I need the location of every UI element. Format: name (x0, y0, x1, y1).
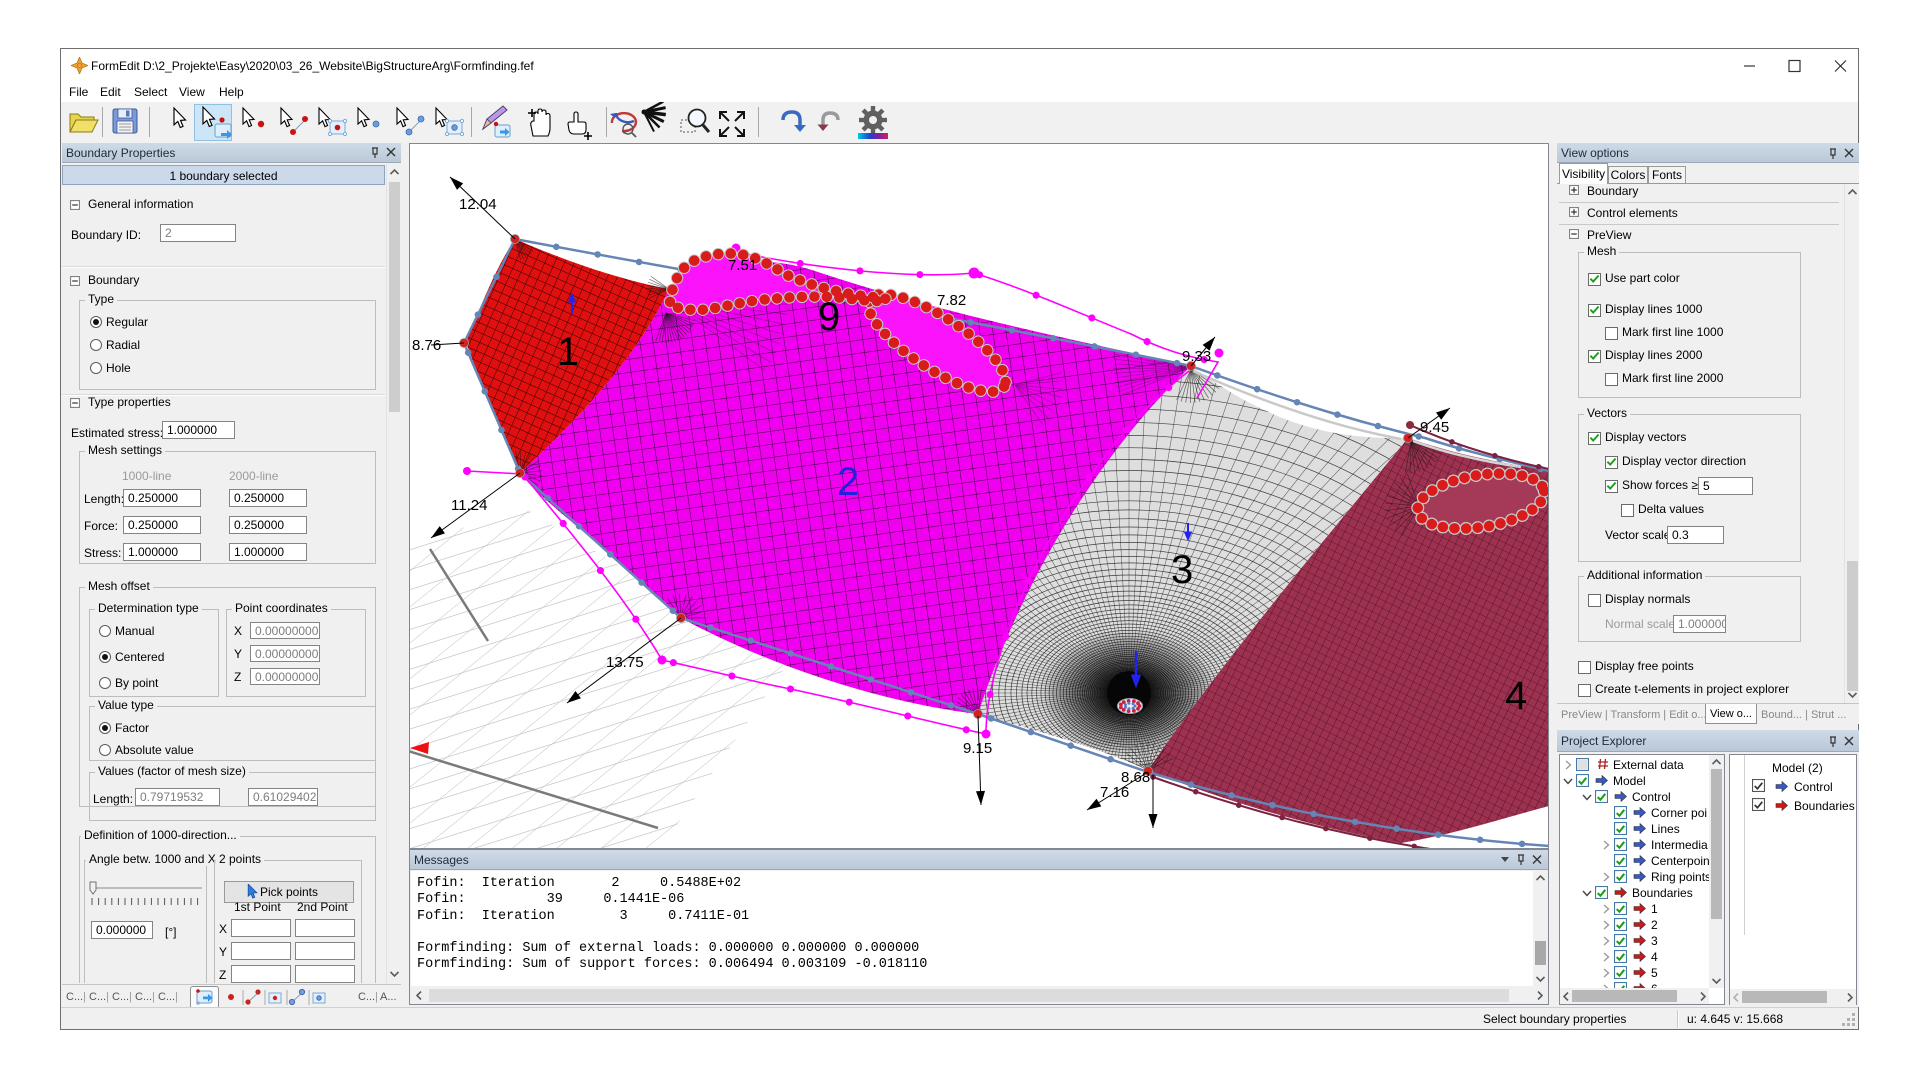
svg-text:12.04: 12.04 (459, 196, 497, 213)
svg-text:11.24: 11.24 (451, 497, 487, 514)
svg-text:4: 4 (1505, 674, 1527, 718)
svg-text:9: 9 (818, 295, 840, 339)
svg-text:1: 1 (557, 330, 579, 374)
svg-text:9.33: 9.33 (1182, 348, 1211, 365)
svg-text:7.82: 7.82 (937, 292, 966, 309)
svg-text:13.75: 13.75 (606, 654, 644, 671)
svg-text:8.76: 8.76 (412, 337, 441, 354)
svg-text:9.15: 9.15 (963, 740, 992, 757)
svg-text:9.45: 9.45 (1420, 419, 1449, 436)
svg-text:3: 3 (1171, 548, 1193, 592)
svg-text:7.51: 7.51 (728, 257, 757, 274)
svg-text:2: 2 (837, 460, 859, 504)
svg-text:7.16: 7.16 (1100, 784, 1129, 801)
